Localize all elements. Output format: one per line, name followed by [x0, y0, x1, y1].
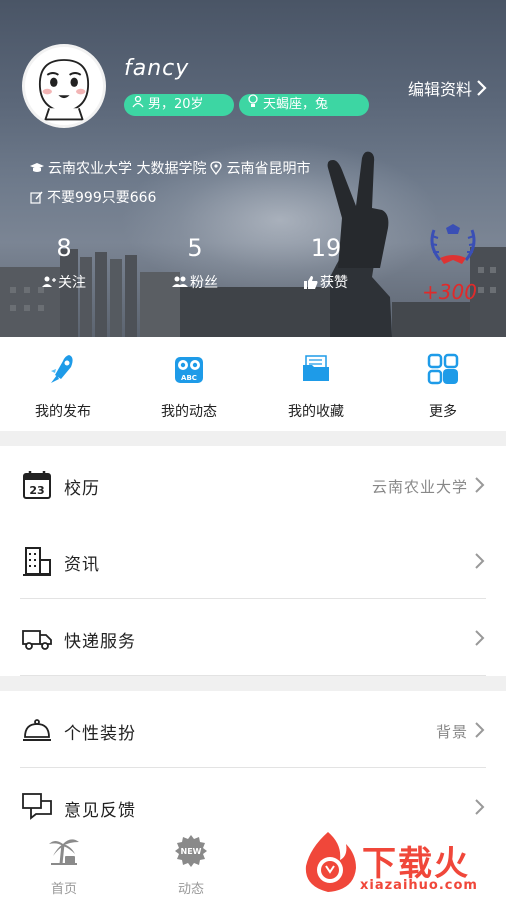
avatar-face-icon: [38, 59, 90, 121]
location-text: 云南省昆明市: [226, 161, 311, 177]
palm-tree-icon: [49, 839, 79, 865]
signature-text: 不要999只要666: [47, 190, 157, 206]
tab-home-label: 首页: [50, 882, 77, 897]
following-label: 关注: [58, 275, 86, 291]
signature-info: 不要999只要666: [30, 187, 156, 207]
stat-likes[interactable]: 19 获赞: [276, 232, 376, 292]
edit-profile-label: 编辑资料: [407, 80, 472, 99]
more-label: 更多: [429, 404, 457, 420]
likes-count: 19: [310, 234, 342, 262]
apps-icon: [427, 353, 459, 385]
zodiac-text: 天蝎座，兔: [263, 97, 329, 112]
building-icon: [23, 547, 51, 576]
feedback-title: 意见反馈: [64, 801, 136, 821]
chevron-right-icon: [475, 553, 485, 569]
school-text: 云南农业大学 大数据学院: [48, 161, 207, 177]
my-favorites-button[interactable]: 我的收藏: [253, 353, 379, 421]
fans-label: 粉丝: [190, 275, 218, 291]
person-add-icon: [42, 276, 56, 287]
section-divider: [0, 676, 506, 691]
gender-age-text: 男，20岁: [148, 97, 204, 112]
menu-item-school-calendar[interactable]: 23 校历 云南农业大学: [0, 446, 506, 523]
my-favorites-label: 我的收藏: [288, 404, 344, 420]
chevron-right-icon: [475, 477, 485, 493]
person-icon: [132, 94, 144, 116]
personalize-value: 背景: [435, 723, 468, 741]
personalize-title: 个性装扮: [64, 724, 136, 744]
menu-item-express[interactable]: 快递服务: [0, 599, 506, 676]
thumbs-up-icon: [304, 275, 318, 289]
chat-icon: [22, 793, 52, 820]
flame-logo-icon: [305, 832, 356, 892]
lightbulb-icon: [247, 94, 259, 116]
rocket-icon: [51, 355, 73, 383]
quick-actions: 我的发布 ABC 我的动态 我的收藏 更多: [0, 337, 506, 431]
my-posts-label: 我的发布: [35, 404, 91, 420]
gender-age-badge: 男，20岁: [124, 94, 234, 116]
chevron-right-icon: [477, 80, 487, 96]
tab-home[interactable]: 首页: [19, 834, 109, 897]
menu-item-personalize[interactable]: 个性装扮 背景: [0, 691, 506, 768]
calendar-title: 校历: [64, 479, 100, 499]
following-count: 8: [56, 234, 72, 262]
new-badge-text: NEW: [181, 847, 202, 856]
my-posts-button[interactable]: 我的发布: [0, 353, 126, 421]
chevron-right-icon: [475, 722, 485, 738]
svg-text:23: 23: [29, 484, 44, 497]
new-badge-icon: NEW: [175, 835, 207, 867]
watermark-url: xiazaihuo.com: [360, 878, 478, 893]
stat-fans[interactable]: 5 粉丝: [145, 232, 245, 292]
express-title: 快递服务: [64, 632, 136, 652]
truck-icon: [22, 630, 52, 650]
laurel-crest-icon[interactable]: [424, 224, 482, 268]
svg-text:ABC: ABC: [181, 374, 197, 382]
stat-following[interactable]: 8 关注: [14, 232, 114, 292]
edit-profile-link[interactable]: 编辑资料: [408, 76, 488, 100]
likes-label: 获赞: [320, 275, 348, 291]
section-divider: [0, 431, 506, 446]
menu-item-news[interactable]: 资讯: [0, 522, 506, 599]
chevron-right-icon: [475, 799, 485, 815]
news-title: 资讯: [64, 555, 100, 575]
location-pin-icon: [210, 161, 223, 175]
zodiac-badge: 天蝎座，兔: [239, 94, 369, 116]
watermark-logo: 下载火 xiazaihuo.com: [298, 830, 504, 896]
chevron-right-icon: [475, 630, 485, 646]
profile-header: fancy 男，20岁 天蝎座，兔 编辑资料 云南农业大学 大数据学院 云南省昆…: [0, 0, 506, 337]
avatar[interactable]: [22, 44, 106, 128]
school-info: 云南农业大学 大数据学院 云南省昆明市: [30, 158, 310, 178]
fans-count: 5: [187, 234, 203, 262]
graduation-cap-icon: [30, 163, 44, 172]
more-button[interactable]: 更多: [380, 353, 506, 421]
my-activity-label: 我的动态: [161, 404, 217, 420]
calendar-icon: 23: [23, 471, 51, 499]
edit-note-icon: [30, 191, 43, 204]
owl-abc-icon: ABC: [175, 357, 203, 383]
folder-icon: [303, 355, 329, 381]
calendar-value: 云南农业大学: [371, 478, 468, 496]
cloche-icon: [23, 719, 51, 741]
points-value: +300: [422, 280, 477, 304]
username: fancy: [124, 56, 190, 81]
tab-activity-label: 动态: [177, 882, 204, 897]
people-icon: [172, 276, 188, 287]
tab-activity[interactable]: NEW 动态: [146, 834, 236, 897]
my-activity-button[interactable]: ABC 我的动态: [126, 353, 252, 421]
